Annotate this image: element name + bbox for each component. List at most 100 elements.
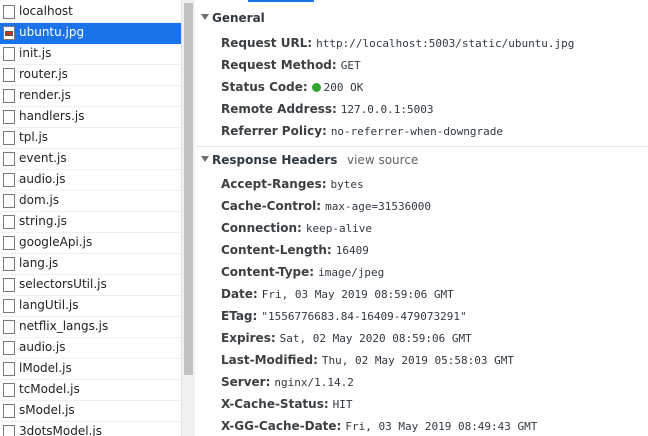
header-row: X-Cache-Status: HIT: [221, 397, 353, 415]
header-key: Server:: [221, 375, 271, 389]
file-icon: [3, 278, 15, 292]
request-list-item[interactable]: googleApi.js: [0, 233, 181, 254]
view-source-link[interactable]: view source: [347, 153, 418, 167]
request-name: netflix_langs.js: [19, 319, 109, 333]
header-row: Cache-Control: max-age=31536000: [221, 199, 431, 217]
header-value: GET: [340, 59, 361, 72]
header-value: http://localhost:5003/static/ubuntu.jpg: [316, 37, 575, 50]
header-value: keep-alive: [305, 222, 373, 235]
response-headers-section-header[interactable]: Response Headers view source: [196, 151, 648, 171]
active-tab-indicator: [248, 0, 314, 2]
request-list: localhost ubuntu.jpg init.js router.js rende…: [0, 0, 181, 436]
header-row: Accept-Ranges: bytes: [221, 177, 364, 195]
request-list-item[interactable]: audio.js: [0, 170, 181, 191]
header-value: HIT: [332, 398, 353, 411]
file-icon: [3, 404, 15, 418]
request-list-item[interactable]: audio.js: [0, 338, 181, 359]
header-key: Cache-Control:: [221, 199, 322, 213]
header-row: Date: Fri, 03 May 2019 08:59:06 GMT: [221, 287, 454, 305]
file-icon: [3, 257, 15, 271]
request-list-item[interactable]: localhost: [0, 2, 181, 23]
request-list-item[interactable]: tcModel.js: [0, 380, 181, 401]
request-list-item[interactable]: lModel.js: [0, 359, 181, 380]
chevron-down-icon: [201, 14, 209, 20]
headers-panel: General Request URL: http://localhost:500…: [196, 0, 648, 436]
header-row: Content-Type: image/jpeg: [221, 265, 384, 283]
request-name: ubuntu.jpg: [19, 25, 85, 39]
request-list-item[interactable]: init.js: [0, 44, 181, 65]
header-value: Fri, 03 May 2019 08:49:43 GMT: [345, 420, 538, 433]
request-list-item[interactable]: netflix_langs.js: [0, 317, 181, 338]
header-key: Request URL:: [221, 36, 313, 50]
request-list-item[interactable]: handlers.js: [0, 107, 181, 128]
request-name: 3dotsModel.js: [19, 424, 102, 436]
file-icon: [3, 47, 15, 61]
header-key: Content-Type:: [221, 265, 315, 279]
header-row: Referrer Policy: no-referrer-when-downgra…: [221, 124, 503, 142]
request-name: lang.js: [19, 256, 59, 270]
header-value: 127.0.0.1:5003: [340, 103, 434, 116]
request-list-item[interactable]: 3dotsModel.js: [0, 422, 181, 436]
header-row: Last-Modified: Thu, 02 May 2019 05:58:03 …: [221, 353, 514, 371]
header-key: Referrer Policy:: [221, 124, 327, 138]
header-key: X-Cache-Status:: [221, 397, 329, 411]
general-section-header[interactable]: General: [196, 9, 648, 29]
header-row: X-GG-Cache-Date: Fri, 03 May 2019 08:49:4…: [221, 419, 537, 436]
request-name: handlers.js: [19, 109, 85, 123]
request-list-scrollbar[interactable]: [181, 0, 195, 436]
request-list-item[interactable]: ubuntu.jpg: [0, 23, 181, 44]
header-key: Expires:: [221, 331, 276, 345]
header-key: Status Code:: [221, 80, 308, 94]
request-name: dom.js: [19, 193, 60, 207]
header-key: ETag:: [221, 309, 258, 323]
request-list-item[interactable]: render.js: [0, 86, 181, 107]
request-list-item[interactable]: langUtil.js: [0, 296, 181, 317]
scrollbar-thumb[interactable]: [184, 3, 193, 375]
general-title: General: [212, 11, 265, 25]
request-list-item[interactable]: lang.js: [0, 254, 181, 275]
request-list-item[interactable]: router.js: [0, 65, 181, 86]
header-value: bytes: [330, 178, 364, 191]
request-list-item[interactable]: string.js: [0, 212, 181, 233]
request-list-item[interactable]: dom.js: [0, 191, 181, 212]
status-ok-icon: [311, 83, 321, 92]
file-icon: [3, 131, 15, 145]
request-name: render.js: [19, 88, 71, 102]
header-value: nginx/1.14.2: [274, 376, 354, 389]
header-value: no-referrer-when-downgrade: [330, 125, 503, 138]
file-icon: [3, 299, 15, 313]
header-value: Sat, 02 May 2020 08:59:06 GMT: [279, 332, 472, 345]
header-key: Content-Length:: [221, 243, 332, 257]
header-value: 200 OK: [323, 81, 364, 94]
file-icon: [3, 110, 15, 124]
request-list-item[interactable]: sModel.js: [0, 401, 181, 422]
request-list-item[interactable]: event.js: [0, 149, 181, 170]
file-icon: [3, 5, 15, 19]
request-name: langUtil.js: [19, 298, 79, 312]
header-key: Connection:: [221, 221, 302, 235]
request-name: router.js: [19, 67, 68, 81]
request-name: tcModel.js: [19, 382, 80, 396]
file-icon: [3, 236, 15, 250]
file-icon: [3, 425, 15, 436]
request-name: tpl.js: [19, 130, 49, 144]
request-name: event.js: [19, 151, 67, 165]
file-icon: [3, 173, 15, 187]
file-icon: [3, 194, 15, 208]
header-key: Date:: [221, 287, 258, 301]
header-row: Content-Length: 16409: [221, 243, 369, 261]
request-name: audio.js: [19, 172, 66, 186]
request-list-item[interactable]: selectorsUtil.js: [0, 275, 181, 296]
header-row: Expires: Sat, 02 May 2020 08:59:06 GMT: [221, 331, 472, 349]
header-key: Request Method:: [221, 58, 337, 72]
header-row: Connection: keep-alive: [221, 221, 372, 239]
request-name: sModel.js: [19, 403, 75, 417]
header-row: Request URL: http://localhost:5003/static…: [221, 36, 574, 54]
header-key: Accept-Ranges:: [221, 177, 327, 191]
request-list-item[interactable]: tpl.js: [0, 128, 181, 149]
file-icon: [3, 383, 15, 397]
header-value: Thu, 02 May 2019 05:58:03 GMT: [321, 354, 514, 367]
header-row: Server: nginx/1.14.2: [221, 375, 354, 393]
request-name: audio.js: [19, 340, 66, 354]
file-icon: [3, 341, 15, 355]
